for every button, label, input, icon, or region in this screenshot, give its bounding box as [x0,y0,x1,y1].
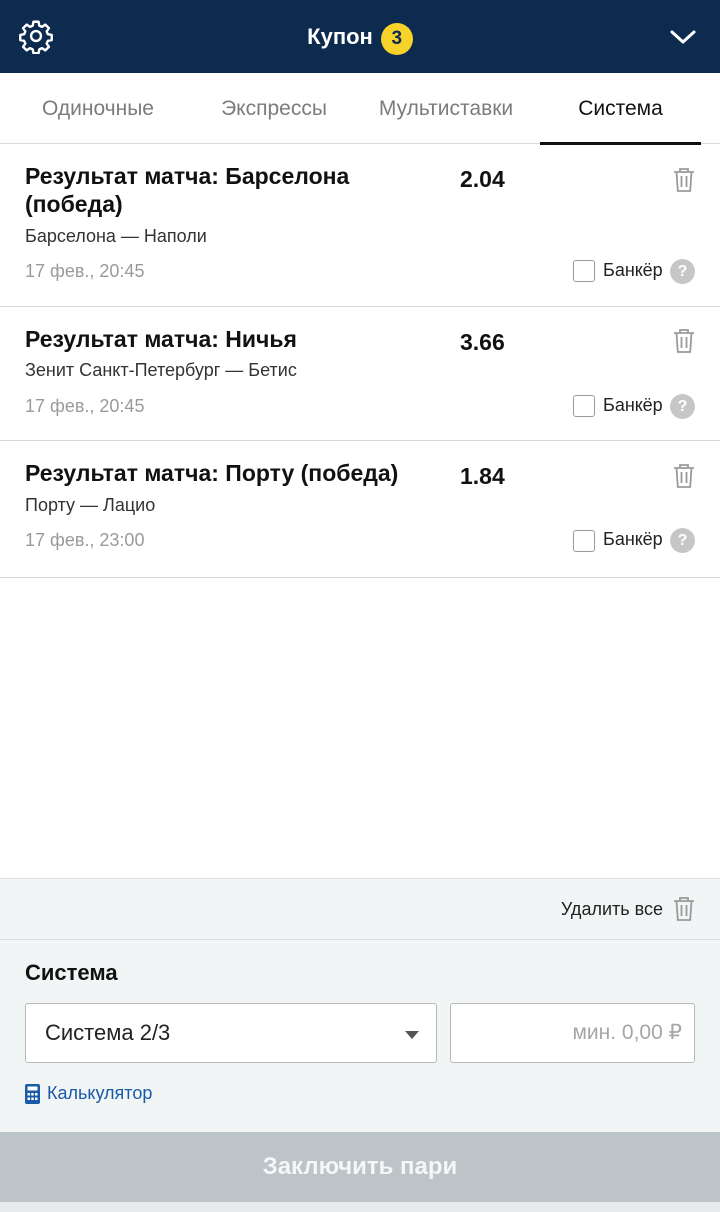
chevron-down-icon[interactable] [668,22,698,52]
bet-item: Результат матча: Порту (победа) 1.84 Пор… [0,441,720,578]
match-teams: Порту — Лацио [25,495,156,515]
delete-all-label[interactable]: Удалить все [561,899,663,920]
system-type-select[interactable]: Система 2/3 [25,1003,437,1063]
bet-outcome: Результат матча: Порту (победа) [25,460,399,486]
place-bet-button[interactable]: Заключить пари [0,1132,720,1202]
tab-system[interactable]: Система [540,73,701,145]
tab-singles[interactable]: Одиночные [0,73,196,144]
bet-type-tabs: Одиночные Экспрессы Мультиставки Система [0,73,720,145]
banker-label: Банкёр [603,529,663,549]
bottom-strip [0,1202,720,1212]
help-icon[interactable]: ? [670,259,695,284]
help-icon[interactable]: ? [670,394,695,419]
banker-checkbox[interactable] [573,395,595,417]
coupon-title-group: Купон 3 [0,0,720,73]
match-time: 17 фев., 20:45 [25,261,145,281]
banker-checkbox[interactable] [573,530,595,552]
trash-icon[interactable] [671,166,697,194]
bet-odds: 1.84 [460,463,505,489]
banker-checkbox[interactable] [573,260,595,282]
system-heading: Система [25,960,118,985]
dropdown-arrow-icon [405,1031,419,1039]
banker-label: Банкёр [603,395,663,415]
coupon-header: Купон 3 [0,0,720,73]
banker-label: Банкёр [603,260,663,280]
bet-odds: 2.04 [460,166,505,192]
match-time: 17 фев., 23:00 [25,530,145,550]
calculator-icon [25,1083,40,1104]
system-type-value: Система 2/3 [45,1020,171,1045]
calculator-label: Калькулятор [47,1083,153,1103]
calculator-link[interactable]: Калькулятор [25,1083,152,1104]
bet-odds: 3.66 [460,329,505,355]
trash-icon[interactable] [671,462,697,490]
coupon-title: Купон [307,23,373,49]
bet-item: Результат матча: Ничья 3.66 Зенит Санкт-… [0,307,720,441]
coupon-count-badge: 3 [380,22,413,55]
match-teams: Барселона — Наполи [25,226,207,246]
system-panel: Система Система 2/3 Калькулятор [0,940,720,1132]
trash-icon[interactable] [671,895,697,923]
bet-outcome: Результат матча: Барселона (победа) [25,163,350,217]
match-teams: Зенит Санкт-Петербург — Бетис [25,360,297,380]
help-icon[interactable]: ? [670,528,695,553]
delete-all-bar[interactable]: Удалить все [0,878,720,940]
tab-multibets[interactable]: Мультиставки [350,73,542,144]
trash-icon[interactable] [671,327,697,355]
stake-amount-input[interactable] [450,1003,695,1063]
bet-item: Результат матча: Барселона (победа) 2.04… [0,144,720,307]
bet-outcome: Результат матча: Ничья [25,326,297,352]
match-time: 17 фев., 20:45 [25,396,145,416]
tab-express[interactable]: Экспрессы [176,73,372,144]
